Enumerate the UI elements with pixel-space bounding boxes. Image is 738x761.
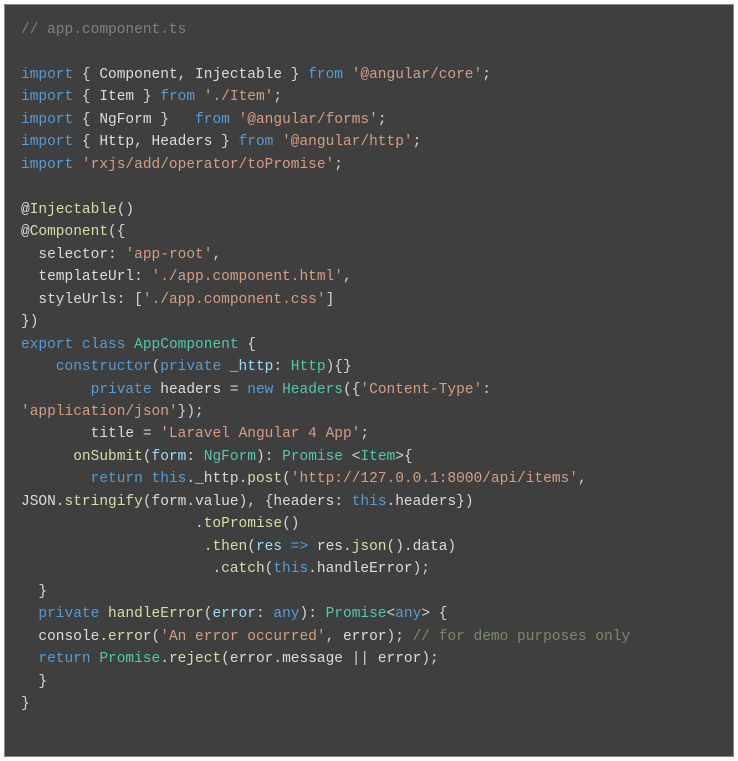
code-body: import { Component, Injectable } from '@… (21, 67, 630, 712)
code-content[interactable]: // app.component.ts import { Component, … (21, 19, 717, 716)
code-block: // app.component.ts import { Component, … (4, 4, 734, 757)
header-comment: // app.component.ts (21, 22, 186, 38)
